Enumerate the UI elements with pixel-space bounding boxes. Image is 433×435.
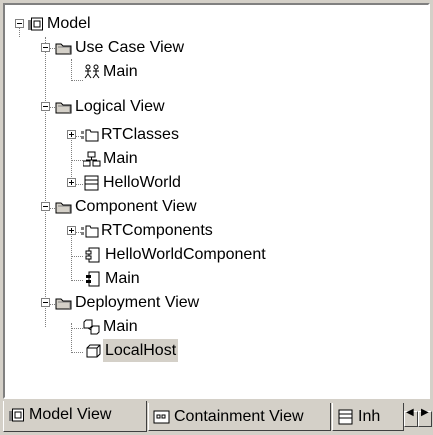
chevron-right-icon: ▶: [421, 407, 429, 418]
tree-label: HelloWorldComponent: [105, 246, 266, 263]
chevron-left-icon: ◀: [406, 407, 414, 418]
inheritance-view-icon: [338, 409, 353, 425]
tab-label: Inh: [358, 408, 381, 425]
tree-label: Main: [105, 270, 140, 287]
collapse-toggle[interactable]: [41, 102, 50, 111]
expand-toggle[interactable]: [67, 178, 76, 187]
capsule-icon: [84, 175, 99, 191]
package-folder-icon: [81, 129, 99, 142]
tab-scroll-left-button[interactable]: ◀: [404, 407, 418, 427]
expand-toggle[interactable]: [67, 226, 76, 235]
tree-label: Main: [103, 318, 138, 335]
model-view-icon: [9, 408, 24, 422]
collapse-toggle[interactable]: [41, 298, 50, 307]
expand-toggle[interactable]: [67, 130, 76, 139]
tree-label: Use Case View: [75, 39, 185, 56]
folder-view-icon: [55, 102, 72, 114]
tree-label: RTComponents: [101, 222, 213, 239]
collapse-toggle[interactable]: [15, 19, 24, 28]
collapse-toggle[interactable]: [41, 43, 50, 52]
tab-containment-view[interactable]: Containment View: [148, 403, 331, 431]
tab-label: Containment View: [174, 408, 304, 425]
model-browser-pane: Model Use Case View Main Logical View RT…: [3, 3, 430, 399]
tree-label-selected: LocalHost: [103, 339, 179, 362]
tree-label: Model: [47, 15, 91, 32]
node-icon: [86, 344, 101, 358]
component-diagram-icon: [86, 271, 100, 287]
tab-scroll-right-button[interactable]: ▶: [418, 407, 432, 427]
tree-label: Main: [103, 63, 138, 80]
view-tab-strip: Model View Containment View Inh ◀ ▶: [0, 401, 433, 435]
component-icon: [85, 247, 100, 263]
tab-model-view[interactable]: Model View: [3, 401, 147, 432]
model-package-icon: [28, 17, 43, 31]
collapse-toggle[interactable]: [41, 202, 50, 211]
deployment-diagram-icon: [83, 319, 100, 335]
folder-view-icon: [55, 298, 72, 310]
tree-label: Deployment View: [75, 294, 200, 311]
folder-view-icon: [55, 43, 72, 55]
tree-label: Main: [103, 150, 138, 167]
tab-label: Model View: [29, 406, 112, 423]
tree-label: HelloWorld: [103, 174, 181, 191]
containment-view-icon: [153, 410, 170, 424]
model-tree: Model Use Case View Main Logical View RT…: [5, 5, 428, 397]
usecase-diagram-icon: [84, 64, 100, 79]
tree-label: Component View: [75, 198, 197, 215]
package-folder-icon: [81, 225, 99, 238]
folder-view-icon: [55, 202, 72, 214]
class-diagram-icon: [83, 151, 101, 167]
tree-label: Logical View: [75, 98, 165, 115]
tree-label: RTClasses: [101, 126, 179, 143]
tab-inheritance-view[interactable]: Inh: [332, 403, 404, 431]
